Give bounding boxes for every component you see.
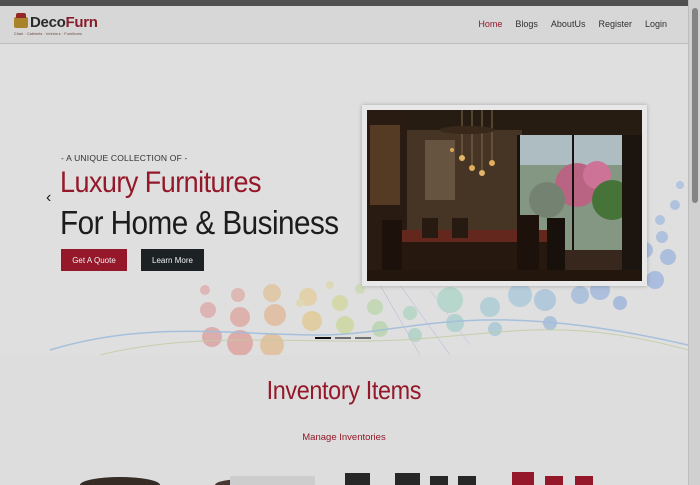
nav-login[interactable]: Login xyxy=(645,19,667,29)
carousel-indicator-3[interactable] xyxy=(355,337,371,339)
hero-carousel: ‹ - A UNIQUE COLLECTION OF - Luxury Furn… xyxy=(0,45,688,355)
next-section-preview xyxy=(80,472,593,485)
nav-register[interactable]: Register xyxy=(598,19,632,29)
brand-tagline: Chair · Cabinets · Interiors · Furniture… xyxy=(14,32,83,36)
get-a-quote-button[interactable]: Get A Quote xyxy=(61,249,127,271)
carousel-indicator-1[interactable] xyxy=(315,337,331,339)
inventory-title-text: Inventory Items xyxy=(266,375,422,405)
sofa-icon xyxy=(14,13,28,28)
brand-name: DecoFurn xyxy=(30,14,98,31)
page-scrollbar[interactable] xyxy=(688,0,700,485)
nav-aboutus[interactable]: AboutUs xyxy=(551,19,586,29)
manage-inventories-link[interactable]: Manage Inventories xyxy=(0,432,688,443)
brand-name-part1: Deco xyxy=(30,14,66,31)
nav-home[interactable]: Home xyxy=(478,19,502,29)
learn-more-button[interactable]: Learn More xyxy=(141,249,204,271)
hero-subtitle: - A UNIQUE COLLECTION OF - xyxy=(61,153,188,163)
brand-name-part2: Furn xyxy=(65,14,98,31)
carousel-prev-icon[interactable]: ‹ xyxy=(46,189,51,207)
dining-room-image xyxy=(367,110,642,281)
hero-title-line2: For Home & Business xyxy=(60,204,339,241)
navbar: DecoFurn Chair · Cabinets · Interiors · … xyxy=(0,6,688,44)
brand-logo[interactable]: DecoFurn Chair · Cabinets · Interiors · … xyxy=(14,13,98,40)
carousel-indicators xyxy=(315,337,371,339)
main-nav: Home Blogs AboutUs Register Login xyxy=(478,19,667,29)
nav-blogs[interactable]: Blogs xyxy=(515,19,538,29)
inventory-section: Inventory Items Manage Inventories xyxy=(0,355,688,485)
carousel-indicator-2[interactable] xyxy=(335,337,351,339)
inventory-title: Inventory Items xyxy=(0,375,688,406)
hero-image-frame xyxy=(362,105,647,286)
hero-title-line1: Luxury Furnitures xyxy=(60,166,261,199)
scrollbar-thumb[interactable] xyxy=(692,8,698,203)
page: DecoFurn Chair · Cabinets · Interiors · … xyxy=(0,0,700,485)
